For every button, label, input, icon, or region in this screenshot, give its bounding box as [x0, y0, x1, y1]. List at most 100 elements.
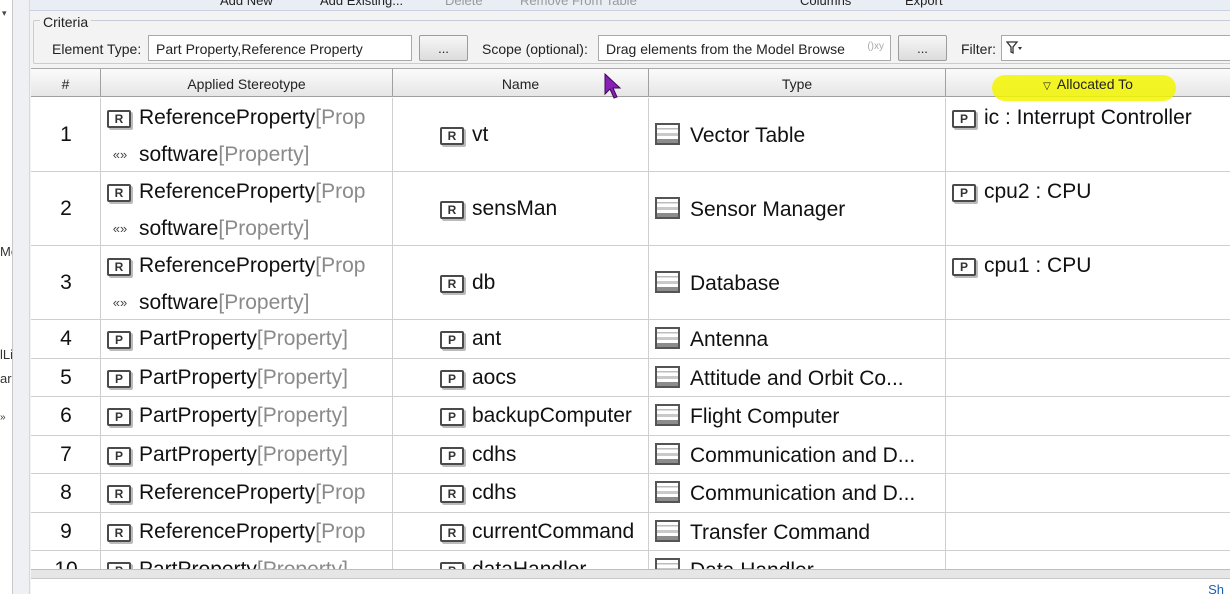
type-cell[interactable]: Database	[649, 246, 946, 319]
allocated-to-cell[interactable]	[946, 474, 1230, 512]
table-row[interactable]: 2 R ReferenceProperty[Prop «» software[Prope…	[31, 172, 1230, 246]
allocated-to-cell[interactable]	[946, 320, 1230, 358]
part-property-icon: P	[952, 110, 976, 128]
stereotype-cell[interactable]: R ReferenceProperty[Prop	[101, 512, 393, 550]
type-cell[interactable]: Flight Computer	[649, 397, 946, 435]
export-button[interactable]: Export	[905, 0, 943, 8]
row-number: 4	[60, 327, 72, 351]
element-type-browse-button[interactable]: ...	[419, 35, 468, 61]
allocated-to-cell[interactable]	[946, 397, 1230, 435]
delete-button[interactable]: Delete	[445, 0, 483, 8]
type-cell[interactable]: Attitude and Orbit Co...	[649, 358, 946, 396]
status-link[interactable]: Sh	[1208, 582, 1224, 594]
funnel-icon[interactable]	[1006, 41, 1024, 55]
scope-browse-button[interactable]: ...	[898, 35, 947, 61]
name-cell[interactable]: PdataHandler	[393, 551, 649, 569]
left-panel-fragment: »	[0, 412, 6, 423]
stereotype-cell[interactable]: P PartProperty[Property]	[101, 551, 393, 569]
stereotype-cell[interactable]: R ReferenceProperty[Prop «» software[Proper…	[101, 98, 393, 171]
name-cell[interactable]: RsensMan	[393, 172, 649, 245]
remove-from-table-button[interactable]: Remove From Table	[520, 0, 637, 8]
element-type-label: Element Type:	[52, 41, 142, 57]
name-cell[interactable]: PbackupComputer	[393, 397, 649, 435]
table-row[interactable]: 3 R ReferenceProperty[Prop «» software[Prope…	[31, 246, 1230, 320]
table-row[interactable]: 10 P PartProperty[Property] PdataHandler Dat…	[31, 551, 1230, 569]
stereotype-name: software	[139, 217, 219, 240]
allocated-to-cell[interactable]	[946, 551, 1230, 569]
name-cell[interactable]: Rcdhs	[393, 474, 649, 512]
row-number-cell[interactable]: 6	[31, 397, 101, 435]
dropdown-arrow-icon[interactable]: ▾	[2, 8, 7, 19]
reference-property-icon: R	[440, 523, 464, 542]
type-cell[interactable]: Vector Table	[649, 98, 946, 171]
row-number: 8	[60, 481, 72, 505]
allocated-to-cell[interactable]: Pcpu1 : CPU	[946, 246, 1230, 319]
row-number-cell[interactable]: 2	[31, 172, 101, 245]
row-number-cell[interactable]: 10	[31, 551, 101, 569]
scope-value: Drag elements from the Model Browse	[606, 41, 845, 57]
name-cell[interactable]: Pant	[393, 320, 649, 358]
row-number-cell[interactable]: 1	[31, 98, 101, 171]
name-cell[interactable]: RcurrentCommand	[393, 512, 649, 550]
column-header-number[interactable]: #	[31, 69, 101, 97]
stereotype-metaclass: [Prop	[315, 481, 366, 505]
table-row[interactable]: 7 P PartProperty[Property] Pcdhs Communicati…	[31, 435, 1230, 474]
row-number-cell[interactable]: 7	[31, 435, 101, 473]
type-cell[interactable]: Communication and D...	[649, 474, 946, 512]
name-cell[interactable]: Rvt	[393, 98, 649, 171]
type-name: Antenna	[690, 328, 769, 352]
columns-button[interactable]: Columns	[800, 0, 851, 8]
allocated-to-cell[interactable]	[946, 436, 1230, 474]
stereotype-cell[interactable]: P PartProperty[Property]	[101, 358, 393, 396]
column-header-type[interactable]: Type	[649, 69, 946, 97]
type-cell[interactable]: Sensor Manager	[649, 172, 946, 245]
table-row[interactable]: 8 R ReferenceProperty[Prop Rcdhs Communicati…	[31, 474, 1230, 513]
row-number-cell[interactable]: 8	[31, 474, 101, 512]
type-cell[interactable]: Transfer Command	[649, 512, 946, 550]
property-name: sensMan	[472, 197, 558, 220]
add-existing-button[interactable]: Add Existing...	[320, 0, 403, 8]
stereotype-cell[interactable]: P PartProperty[Property]	[101, 435, 393, 473]
block-icon	[655, 558, 680, 569]
block-icon	[655, 519, 680, 542]
row-number-cell[interactable]: 5	[31, 358, 101, 396]
row-number: 2	[60, 197, 72, 220]
row-number-cell[interactable]: 4	[31, 320, 101, 358]
type-cell[interactable]: Data Handler	[649, 551, 946, 569]
horizontal-scrollbar[interactable]	[31, 569, 1230, 578]
name-cell[interactable]: Rdb	[393, 246, 649, 319]
scope-label: Scope (optional):	[482, 41, 588, 57]
type-cell[interactable]: Antenna	[649, 320, 946, 358]
table-row[interactable]: 5 P PartProperty[Property] Paocs Attitude an…	[31, 358, 1230, 397]
part-property-icon: P	[107, 408, 131, 427]
type-cell[interactable]: Communication and D...	[649, 435, 946, 473]
allocated-to-cell[interactable]: Pcpu2 : CPU	[946, 172, 1230, 245]
stereotype-name: PartProperty	[139, 327, 257, 351]
allocated-to-cell[interactable]	[946, 513, 1230, 551]
name-cell[interactable]: Pcdhs	[393, 435, 649, 473]
expression-hint-icon[interactable]: ()xy	[867, 41, 884, 52]
filter-field[interactable]	[1001, 35, 1230, 61]
stereotype-cell[interactable]: R ReferenceProperty[Prop «» software[Proper…	[101, 172, 393, 245]
allocated-to-cell[interactable]: Pic : Interrupt Controller	[946, 98, 1230, 171]
row-number-cell[interactable]: 3	[31, 246, 101, 319]
scope-field[interactable]: Drag elements from the Model Browse ()xy	[598, 35, 891, 61]
table-row[interactable]: 9 R ReferenceProperty[Prop RcurrentCommand T…	[31, 512, 1230, 551]
property-name: db	[472, 271, 496, 294]
element-type-field[interactable]: Part Property,Reference Property	[148, 35, 412, 61]
panel-gutter	[13, 0, 30, 594]
stereotype-cell[interactable]: R ReferenceProperty[Prop	[101, 474, 393, 512]
table-row[interactable]: 1 R ReferenceProperty[Prop «» software[Prope…	[31, 98, 1230, 172]
column-header-applied-stereotype[interactable]: Applied Stereotype	[101, 69, 393, 97]
row-number: 6	[60, 404, 72, 428]
stereotype-cell[interactable]: P PartProperty[Property]	[101, 320, 393, 358]
column-header-allocated-to[interactable]: ▽ Allocated To	[946, 69, 1230, 101]
table-row[interactable]: 4 P PartProperty[Property] Pant Antenna	[31, 320, 1230, 359]
stereotype-cell[interactable]: P PartProperty[Property]	[101, 397, 393, 435]
row-number-cell[interactable]: 9	[31, 512, 101, 550]
stereotype-cell[interactable]: R ReferenceProperty[Prop «» software[Proper…	[101, 246, 393, 319]
add-new-button[interactable]: Add New	[220, 0, 273, 8]
name-cell[interactable]: Paocs	[393, 358, 649, 396]
table-row[interactable]: 6 P PartProperty[Property] PbackupComputer F…	[31, 397, 1230, 436]
allocated-to-cell[interactable]	[946, 359, 1230, 397]
